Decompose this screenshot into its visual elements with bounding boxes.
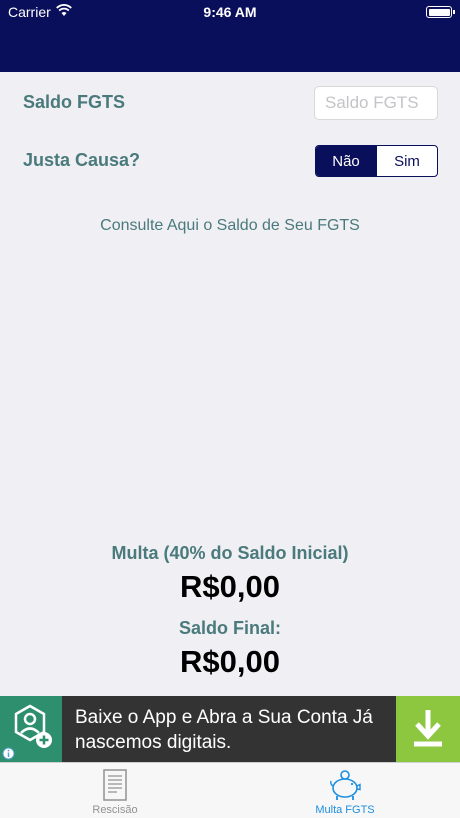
- multa-label: Multa (40% do Saldo Inicial): [111, 543, 349, 563]
- status-time: 9:46 AM: [203, 4, 257, 20]
- consult-fgts-link[interactable]: Consulte Aqui o Saldo de Seu FGTS: [0, 217, 460, 235]
- multa-value: R$0,00: [180, 569, 280, 604]
- tab-multa-fgts[interactable]: Multa FGTS: [230, 763, 460, 818]
- document-icon: [103, 769, 127, 801]
- piggy-bank-icon: [330, 770, 361, 800]
- justa-causa-label: Justa Causa?: [23, 150, 141, 170]
- main-content: Saldo FGTS Justa Causa? Não Sim Consulte…: [0, 72, 460, 696]
- justa-causa-segmented-control[interactable]: Não Sim: [315, 145, 438, 177]
- ad-banner[interactable]: Baixe o App e Abra a Sua Conta Já nascem…: [0, 696, 460, 762]
- ad-text: Baixe o App e Abra a Sua Conta Já nascem…: [75, 705, 373, 755]
- saldo-final-label: Saldo Final:: [178, 618, 281, 638]
- segment-sim[interactable]: Sim: [376, 146, 437, 176]
- saldo-final-value: R$0,00: [180, 644, 280, 679]
- download-icon[interactable]: [396, 696, 460, 762]
- segment-nao[interactable]: Não: [316, 146, 376, 176]
- saldo-fgts-label: Saldo FGTS: [23, 92, 126, 112]
- saldo-fgts-input[interactable]: [314, 86, 438, 120]
- info-icon[interactable]: [2, 747, 15, 760]
- tab-rescisao-label: Rescisão: [92, 804, 138, 816]
- ad-headline: Baixe o App e Abra a Sua Conta Já: [75, 707, 373, 728]
- tab-rescisao[interactable]: Rescisão: [0, 763, 230, 818]
- battery-icon: [426, 6, 455, 18]
- navigation-bar: [0, 24, 460, 72]
- tab-bar: Rescisão Multa FGTS: [0, 762, 460, 818]
- status-bar: Carrier 9:46 AM: [0, 0, 460, 24]
- tab-multa-fgts-label: Multa FGTS: [315, 804, 375, 816]
- ad-subline: nascemos digitais.: [75, 732, 232, 753]
